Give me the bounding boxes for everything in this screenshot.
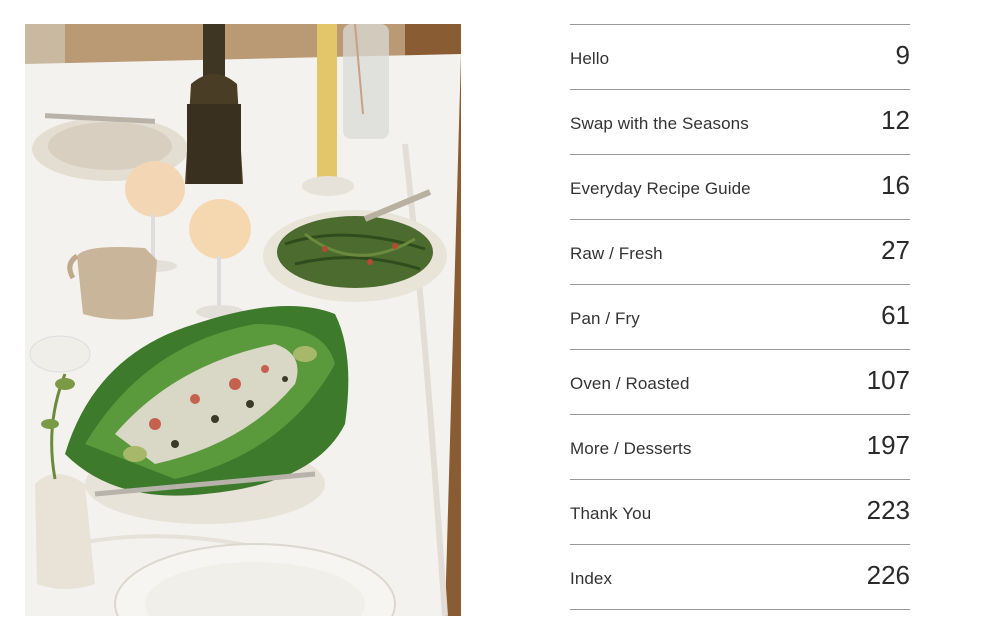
toc-entry-title: Pan / Fry — [570, 309, 640, 328]
toc-entry-oven-roasted[interactable]: Oven / Roasted 107 — [570, 350, 910, 415]
toc-entry-page: 226 — [866, 559, 910, 590]
toc-entry-title: Everyday Recipe Guide — [570, 179, 751, 198]
table-setting-photo — [25, 24, 461, 616]
toc-entry-pan-fry[interactable]: Pan / Fry 61 — [570, 285, 910, 350]
toc-entry-swap-with-the-seasons[interactable]: Swap with the Seasons 12 — [570, 90, 910, 155]
toc-entry-title: Thank You — [570, 504, 652, 523]
toc-entry-everyday-recipe-guide[interactable]: Everyday Recipe Guide 16 — [570, 155, 910, 220]
toc-entry-title: Hello — [570, 49, 610, 68]
toc-entry-page: 197 — [866, 429, 910, 460]
toc-entry-raw-fresh[interactable]: Raw / Fresh 27 — [570, 220, 910, 285]
toc-entry-index[interactable]: Index 226 — [570, 545, 910, 610]
toc-entry-page: 12 — [881, 104, 910, 135]
toc-entry-title: Oven / Roasted — [570, 374, 690, 393]
toc-entry-title: Index — [570, 569, 613, 588]
toc-entry-page: 16 — [881, 169, 910, 200]
toc-entry-page: 9 — [895, 39, 910, 70]
table-of-contents: Hello 9 Swap with the Seasons 12 Everyda… — [570, 24, 910, 610]
toc-entry-page: 223 — [866, 494, 910, 525]
toc-entry-page: 27 — [881, 234, 910, 265]
toc-entry-title: More / Desserts — [570, 439, 692, 458]
toc-entry-more-desserts[interactable]: More / Desserts 197 — [570, 415, 910, 480]
toc-entry-page: 107 — [866, 364, 910, 395]
toc-entry-page: 61 — [881, 299, 910, 330]
toc-entry-title: Swap with the Seasons — [570, 114, 749, 133]
toc-entry-thank-you[interactable]: Thank You 223 — [570, 480, 910, 545]
toc-entry-hello[interactable]: Hello 9 — [570, 25, 910, 90]
toc-entry-title: Raw / Fresh — [570, 244, 663, 263]
